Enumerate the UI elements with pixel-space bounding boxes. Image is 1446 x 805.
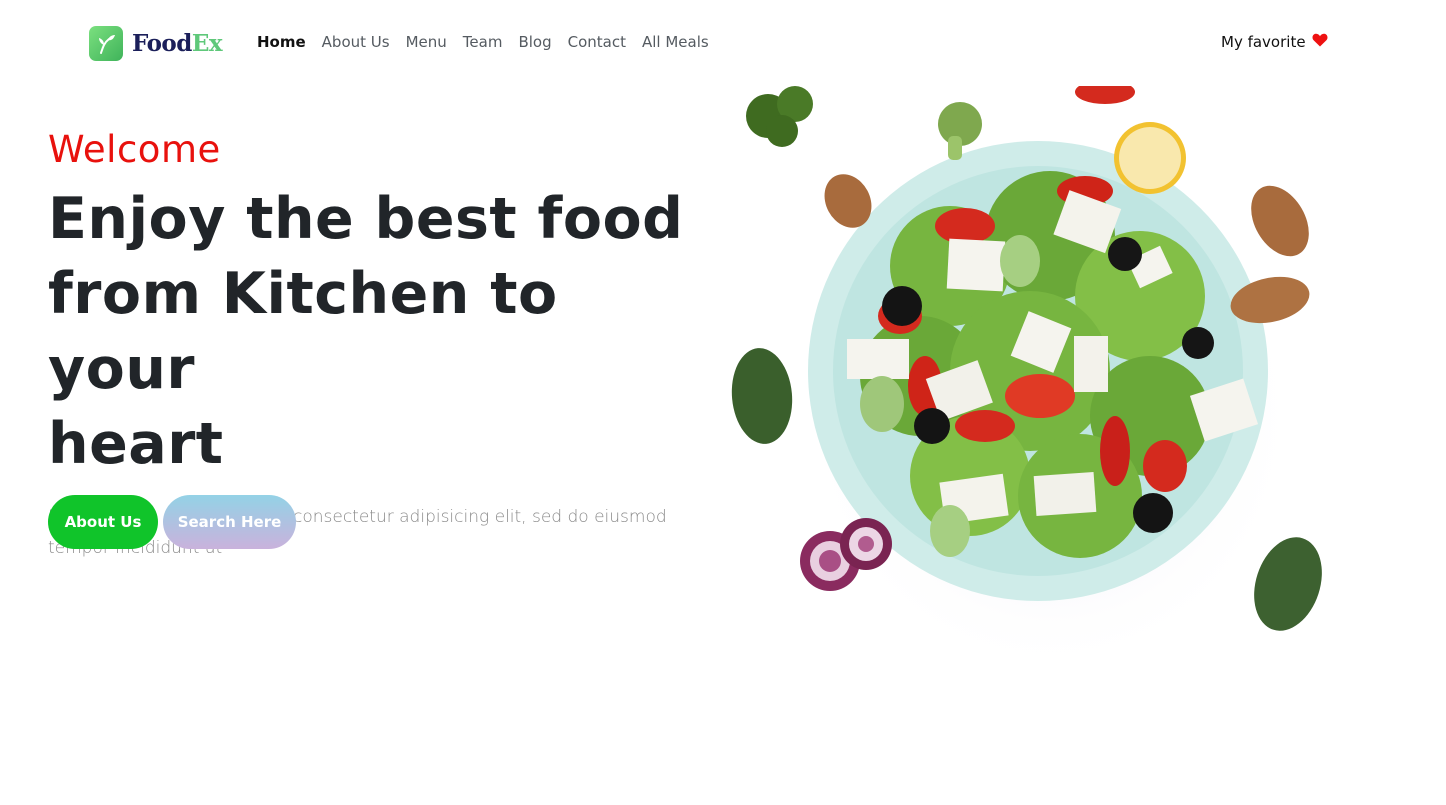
my-favorite-label: My favorite bbox=[1221, 33, 1306, 51]
nav-link-menu[interactable]: Menu bbox=[406, 33, 447, 51]
nav-link-all-meals[interactable]: All Meals bbox=[642, 33, 709, 51]
brand-name: FoodEx bbox=[132, 30, 223, 57]
brand-logo[interactable]: FoodEx bbox=[89, 26, 223, 61]
leaf-icon bbox=[89, 26, 123, 61]
my-favorite-link[interactable]: My favorite bbox=[1221, 33, 1328, 51]
nav-link-home[interactable]: Home bbox=[257, 33, 306, 51]
brand-name-part2: Ex bbox=[191, 30, 223, 57]
hero-headline: Enjoy the best food from Kitchen to your… bbox=[48, 182, 708, 482]
nav-link-contact[interactable]: Contact bbox=[568, 33, 626, 51]
nav-link-about-us[interactable]: About Us bbox=[322, 33, 390, 51]
about-us-button[interactable]: About Us bbox=[48, 495, 158, 549]
nav-link-blog[interactable]: Blog bbox=[518, 33, 551, 51]
welcome-text: Welcome bbox=[48, 128, 221, 171]
salad-bowl-image bbox=[731, 86, 1322, 676]
brand-name-part1: Food bbox=[132, 30, 192, 57]
nav-link-team[interactable]: Team bbox=[463, 33, 503, 51]
search-here-button[interactable]: Search Here bbox=[163, 495, 296, 549]
hero-section: Welcome Enjoy the best food from Kitchen… bbox=[48, 126, 708, 564]
hero-headline-line2: from Kitchen to your bbox=[48, 261, 558, 402]
hero-headline-line1: Enjoy the best food bbox=[48, 186, 684, 252]
hero-headline-line3: heart bbox=[48, 411, 224, 477]
heart-icon bbox=[1312, 33, 1328, 51]
navbar: FoodEx Home About Us Menu Team Blog Cont… bbox=[0, 0, 1446, 86]
main-nav: Home About Us Menu Team Blog Contact All… bbox=[257, 33, 725, 51]
